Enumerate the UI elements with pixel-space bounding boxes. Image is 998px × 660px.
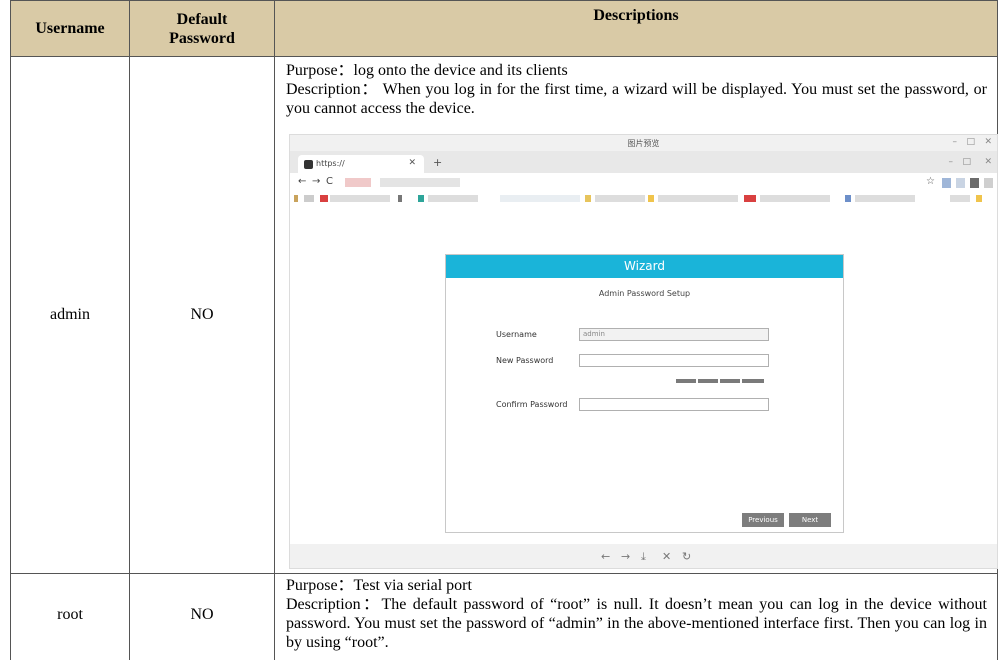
default-password-cell: NO	[190, 605, 214, 623]
purpose-text: Purpose：log onto the device and its clie…	[286, 62, 568, 79]
browser-tab-label: https://	[316, 159, 345, 168]
bookmark-blur	[744, 195, 756, 202]
description-paragraph: Description：The default password of “roo…	[286, 596, 987, 651]
username-cell: admin	[50, 306, 90, 323]
next-image-icon: →	[621, 550, 631, 563]
previous-image-icon: ←	[601, 550, 611, 563]
close-icon: ✕	[984, 137, 992, 147]
header-descriptions-label: Descriptions	[593, 7, 679, 24]
image-viewer-title: 图片预览	[627, 139, 660, 148]
table-row-root-description: Purpose：Test via serial port Description…	[275, 574, 998, 660]
password-strength-bar-1	[676, 379, 696, 383]
header-default-password-line1: Default	[176, 10, 228, 28]
bookmark-blur	[330, 195, 390, 202]
bookmark-blur	[320, 195, 328, 202]
description-text: Purpose：log onto the device and its clie…	[275, 57, 997, 118]
description-text: Purpose：Test via serial port Description…	[275, 574, 997, 652]
browser-tabstrip: https:// ✕ + – □ ✕	[290, 151, 997, 173]
extension-icon-2	[956, 178, 965, 188]
wizard-screenshot: 图片预览 – □ ✕ https:// ✕ + – □ ✕ ← → C ☆ Wi…	[289, 134, 998, 569]
bookmark-blur	[760, 195, 830, 202]
new-password-label: New Password	[496, 356, 554, 365]
table-row-admin-default-password: NO	[130, 57, 275, 574]
password-strength-bar-4	[742, 379, 764, 383]
address-bar-blurred	[345, 178, 371, 187]
favicon-icon	[304, 160, 313, 169]
username-field[interactable]: admin	[579, 328, 769, 341]
table-row-root-username: root	[10, 574, 130, 660]
extension-icon	[942, 178, 951, 188]
header-username: Username	[10, 0, 130, 57]
default-password-cell: NO	[190, 306, 214, 323]
bookmark-blur	[304, 195, 314, 202]
reload-icon: C	[326, 176, 333, 187]
previous-button[interactable]: Previous	[742, 513, 784, 527]
bookmark-blur	[585, 195, 591, 202]
new-tab-icon: +	[433, 156, 443, 169]
wizard-dialog: Wizard Admin Password Setup Username adm…	[445, 254, 844, 533]
header-default-password-line2: Password	[169, 29, 235, 47]
purpose-text: Purpose：Test via serial port	[286, 577, 472, 594]
bookmarks-bar	[290, 193, 997, 205]
table-row-root-default-password: NO	[130, 574, 275, 660]
header-username-label: Username	[35, 20, 105, 37]
bookmark-blur	[294, 195, 298, 202]
browser-toolbar: ← → C ☆	[290, 173, 997, 193]
password-strength-bar-3	[720, 379, 740, 383]
header-default-password: Default Password	[130, 0, 275, 57]
rotate-icon: ↻	[682, 550, 692, 563]
bookmark-blur	[398, 195, 402, 202]
bookmark-blur	[648, 195, 654, 202]
bookmark-blur	[658, 195, 738, 202]
browser-minimize-icon: –	[948, 157, 954, 167]
header-descriptions: Descriptions	[275, 0, 998, 57]
accounts-table: Username Default Password Descriptions a…	[10, 0, 998, 660]
password-strength-bar-2	[698, 379, 718, 383]
browser-close-icon: ✕	[984, 157, 992, 167]
close-viewer-icon: ✕	[662, 550, 672, 563]
confirm-password-field[interactable]	[579, 398, 769, 411]
extension-icon-3	[970, 178, 979, 188]
minimize-icon: –	[952, 137, 958, 147]
bookmark-blur	[428, 195, 478, 202]
table-row-admin-username: admin	[10, 57, 130, 574]
back-icon: ←	[298, 176, 307, 187]
browser-maximize-icon: □	[962, 157, 971, 167]
bookmark-blur	[950, 195, 970, 202]
confirm-password-label: Confirm Password	[496, 400, 568, 409]
bookmark-blur	[595, 195, 645, 202]
description-paragraph: Description： When you log in for the fir…	[286, 81, 988, 117]
tab-close-icon: ✕	[408, 158, 416, 168]
bookmark-blur	[976, 195, 982, 202]
table-row-admin-description: Purpose：log onto the device and its clie…	[275, 57, 998, 574]
maximize-icon: □	[966, 137, 975, 147]
username-label: Username	[496, 330, 537, 339]
download-icon: ⤓	[641, 550, 646, 563]
new-password-field[interactable]	[579, 354, 769, 367]
bookmark-star-icon: ☆	[926, 176, 935, 187]
bookmark-blur	[845, 195, 851, 202]
bookmark-blur	[855, 195, 915, 202]
username-cell: root	[57, 605, 83, 623]
extension-icon-4	[984, 178, 993, 188]
image-viewer-titlebar: 图片预览 – □ ✕	[290, 135, 997, 151]
forward-icon: →	[312, 176, 321, 187]
wizard-title: Wizard	[446, 255, 843, 278]
browser-tab: https:// ✕	[298, 155, 424, 173]
bookmark-blur	[500, 195, 580, 202]
address-bar-blurred-2	[380, 178, 460, 187]
bookmark-blur	[418, 195, 424, 202]
wizard-subtitle: Admin Password Setup	[598, 289, 691, 298]
image-viewer-toolbar: ← → ⤓ ✕ ↻	[290, 544, 997, 568]
next-button[interactable]: Next	[789, 513, 831, 527]
